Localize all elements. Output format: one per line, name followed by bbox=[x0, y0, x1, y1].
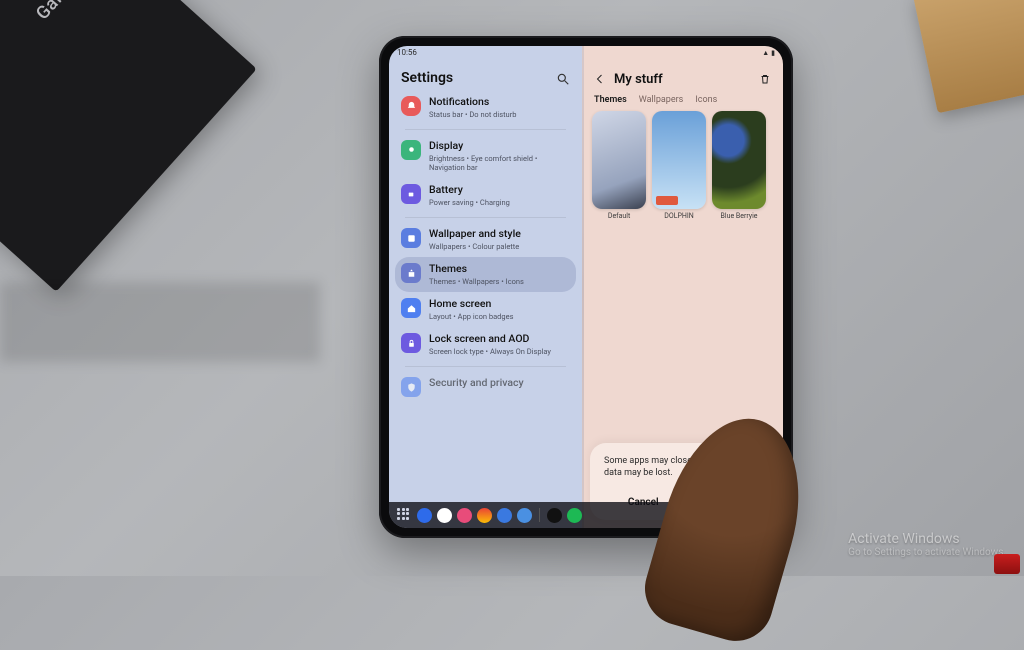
theme-grid: Default DOLPHIN Blue Berryie bbox=[582, 111, 783, 220]
settings-pane: 10:56 Settings Notifications Status bar … bbox=[389, 46, 582, 528]
tab-icons[interactable]: Icons bbox=[695, 95, 717, 105]
divider bbox=[405, 366, 566, 367]
mystuff-pane: ▲▮ My stuff Themes Wallpapers Icons bbox=[582, 46, 783, 528]
settings-item-sub: Wallpapers • Colour palette bbox=[429, 242, 521, 251]
settings-item-title: Notifications bbox=[429, 96, 516, 109]
dock bbox=[397, 508, 582, 523]
watermark-sub: Go to Settings to activate Windows. bbox=[848, 547, 1006, 558]
home-icon bbox=[401, 298, 421, 318]
dock-gallery-icon[interactable] bbox=[457, 508, 472, 523]
status-icons: ▲▮ bbox=[760, 48, 775, 64]
divider bbox=[405, 217, 566, 218]
settings-item-title: Wallpaper and style bbox=[429, 228, 521, 241]
theme-default[interactable]: Default bbox=[592, 111, 646, 220]
theme-label: Blue Berryie bbox=[721, 212, 758, 220]
dock-camera-icon[interactable] bbox=[437, 508, 452, 523]
theme-thumbnail bbox=[652, 111, 706, 209]
settings-item-battery[interactable]: Battery Power saving • Charging bbox=[395, 178, 576, 213]
dock-phone-icon[interactable] bbox=[417, 508, 432, 523]
back-icon[interactable] bbox=[594, 70, 606, 89]
fold-crease bbox=[582, 46, 584, 528]
settings-item-title: Security and privacy bbox=[429, 377, 524, 390]
dock-samsung-icon[interactable] bbox=[517, 508, 532, 523]
settings-item-sub: Layout • App icon badges bbox=[429, 312, 513, 321]
settings-item-title: Battery bbox=[429, 184, 510, 197]
nav-home[interactable]: ◯ bbox=[724, 509, 736, 522]
settings-item-sub: Brightness • Eye comfort shield • Naviga… bbox=[429, 154, 570, 173]
taskbar: ||| ◯ ＜ bbox=[389, 502, 783, 528]
display-icon bbox=[401, 140, 421, 160]
app-drawer-icon[interactable] bbox=[397, 508, 412, 523]
theme-blueberry[interactable]: Blue Berryie bbox=[712, 111, 766, 220]
settings-header: Settings bbox=[389, 64, 582, 90]
tab-themes[interactable]: Themes bbox=[594, 95, 627, 105]
settings-item-themes[interactable]: Themes Themes • Wallpapers • Icons bbox=[395, 257, 576, 292]
shield-icon bbox=[401, 377, 421, 397]
theme-dolphin[interactable]: DOLPHIN bbox=[652, 111, 706, 220]
settings-item-display[interactable]: Display Brightness • Eye comfort shield … bbox=[395, 134, 576, 178]
mystuff-tabs: Themes Wallpapers Icons bbox=[582, 95, 783, 111]
device-frame: 10:56 Settings Notifications Status bar … bbox=[379, 36, 793, 538]
watermark-title: Activate Windows bbox=[848, 531, 1006, 547]
settings-item-homescreen[interactable]: Home screen Layout • App icon badges bbox=[395, 292, 576, 327]
settings-item-sub: Themes • Wallpapers • Icons bbox=[429, 277, 524, 286]
dock-recent-2-icon[interactable] bbox=[567, 508, 582, 523]
settings-list: Notifications Status bar • Do not distur… bbox=[389, 90, 582, 528]
dock-chrome-icon[interactable] bbox=[477, 508, 492, 523]
lock-icon bbox=[401, 333, 421, 353]
theme-label: Default bbox=[608, 212, 630, 220]
nav-bar: ||| ◯ ＜ bbox=[694, 507, 775, 523]
settings-item-notifications[interactable]: Notifications Status bar • Do not distur… bbox=[395, 90, 576, 125]
settings-title: Settings bbox=[401, 70, 453, 86]
theme-thumbnail bbox=[592, 111, 646, 209]
settings-item-title: Lock screen and AOD bbox=[429, 333, 551, 346]
settings-item-title: Display bbox=[429, 140, 570, 153]
wooden-prop bbox=[913, 0, 1024, 113]
theme-label: DOLPHIN bbox=[664, 212, 694, 220]
settings-item-title: Home screen bbox=[429, 298, 513, 311]
dock-recent-1-icon[interactable] bbox=[547, 508, 562, 523]
mystuff-header: My stuff bbox=[582, 64, 783, 95]
status-bar: 10:56 bbox=[389, 46, 582, 64]
mystuff-title: My stuff bbox=[614, 72, 751, 87]
channel-logo bbox=[994, 554, 1020, 574]
divider bbox=[405, 129, 566, 130]
tab-wallpapers[interactable]: Wallpapers bbox=[639, 95, 684, 105]
trash-icon[interactable] bbox=[759, 70, 771, 89]
dock-divider bbox=[539, 508, 540, 522]
nav-recents[interactable]: ||| bbox=[694, 509, 702, 522]
settings-item-sub: Status bar • Do not disturb bbox=[429, 110, 516, 119]
screen: 10:56 Settings Notifications Status bar … bbox=[389, 46, 783, 528]
nav-back[interactable]: ＜ bbox=[758, 507, 769, 523]
search-icon[interactable] bbox=[556, 71, 570, 85]
settings-item-title: Themes bbox=[429, 263, 524, 276]
windows-watermark: Activate Windows Go to Settings to activ… bbox=[848, 531, 1006, 558]
settings-item-lockscreen[interactable]: Lock screen and AOD Screen lock type • A… bbox=[395, 327, 576, 362]
battery-icon bbox=[401, 184, 421, 204]
settings-item-wallpaper[interactable]: Wallpaper and style Wallpapers • Colour … bbox=[395, 222, 576, 257]
settings-item-sub: Power saving • Charging bbox=[429, 198, 510, 207]
settings-item-security[interactable]: Security and privacy bbox=[395, 371, 576, 403]
table-shadow bbox=[0, 282, 320, 362]
theme-thumbnail bbox=[712, 111, 766, 209]
dialog-message: Some apps may close and unsaved data may… bbox=[604, 455, 761, 479]
palette-icon bbox=[401, 228, 421, 248]
theme-icon bbox=[401, 263, 421, 283]
product-box bbox=[0, 0, 257, 292]
status-bar-right: ▲▮ bbox=[582, 46, 783, 64]
settings-item-sub: Screen lock type • Always On Display bbox=[429, 347, 551, 356]
bell-icon bbox=[401, 96, 421, 116]
status-time: 10:56 bbox=[397, 48, 417, 64]
dock-messages-icon[interactable] bbox=[497, 508, 512, 523]
